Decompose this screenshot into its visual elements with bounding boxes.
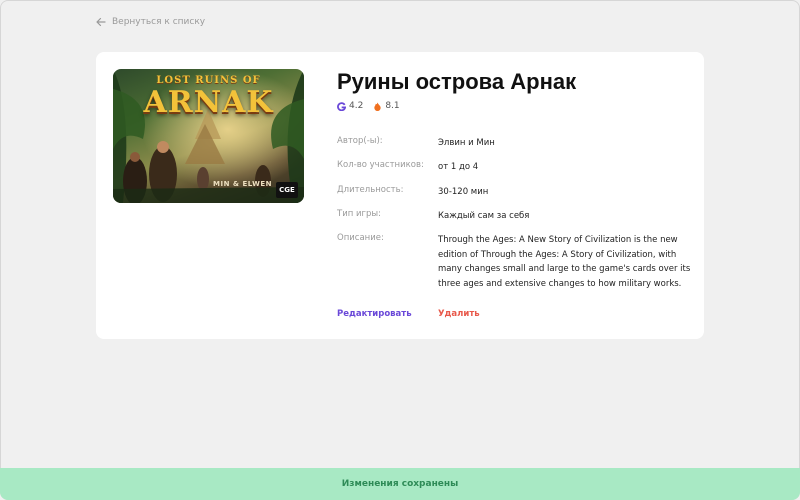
publisher-logo: CGE: [276, 182, 298, 198]
back-link-label: Вернуться к списку: [112, 17, 206, 27]
info-value: Каждый сам за себя: [438, 211, 530, 221]
toast-message: Изменения сохранены: [341, 479, 459, 489]
success-toast: Изменения сохранены: [0, 468, 800, 500]
info-label: Описание:: [337, 233, 384, 243]
info-value: 30-120 мин: [438, 187, 489, 197]
delete-button[interactable]: Удалить: [438, 309, 480, 319]
edit-button[interactable]: Редактировать: [337, 309, 412, 319]
info-label: Тип игры:: [337, 209, 381, 219]
rating-tesera: 8.1: [373, 101, 400, 111]
info-label: Автор(-ы):: [337, 136, 383, 146]
game-title: Руины острова Арнак: [337, 69, 577, 94]
rating-tesera-value: 8.1: [385, 101, 400, 111]
cover-authors-text: MIN & ELWEN: [213, 180, 272, 188]
info-label: Длительность:: [337, 185, 404, 195]
info-label: Кол-во участников:: [337, 160, 424, 170]
rating-bgg: 4.2: [337, 101, 363, 111]
bgg-g-icon: [337, 101, 346, 111]
info-value: Элвин и Мин: [438, 138, 495, 148]
game-cover-image: LOST RUINS OF ARNAK MIN & ELWEN CGE: [113, 69, 304, 203]
back-to-list-link[interactable]: Вернуться к списку: [96, 17, 205, 27]
info-value: Through the Ages: A New Story of Civiliz…: [438, 235, 691, 289]
tesera-flame-icon: [374, 101, 381, 111]
ratings-row: 4.2 8.1: [337, 101, 400, 111]
info-value: от 1 до 4: [438, 162, 479, 172]
cover-title-text: ARNAK: [143, 85, 274, 120]
rating-bgg-value: 4.2: [349, 101, 364, 111]
game-detail-card: LOST RUINS OF ARNAK MIN & ELWEN CGE Руин…: [96, 52, 704, 339]
arrow-left-icon: [96, 17, 106, 27]
